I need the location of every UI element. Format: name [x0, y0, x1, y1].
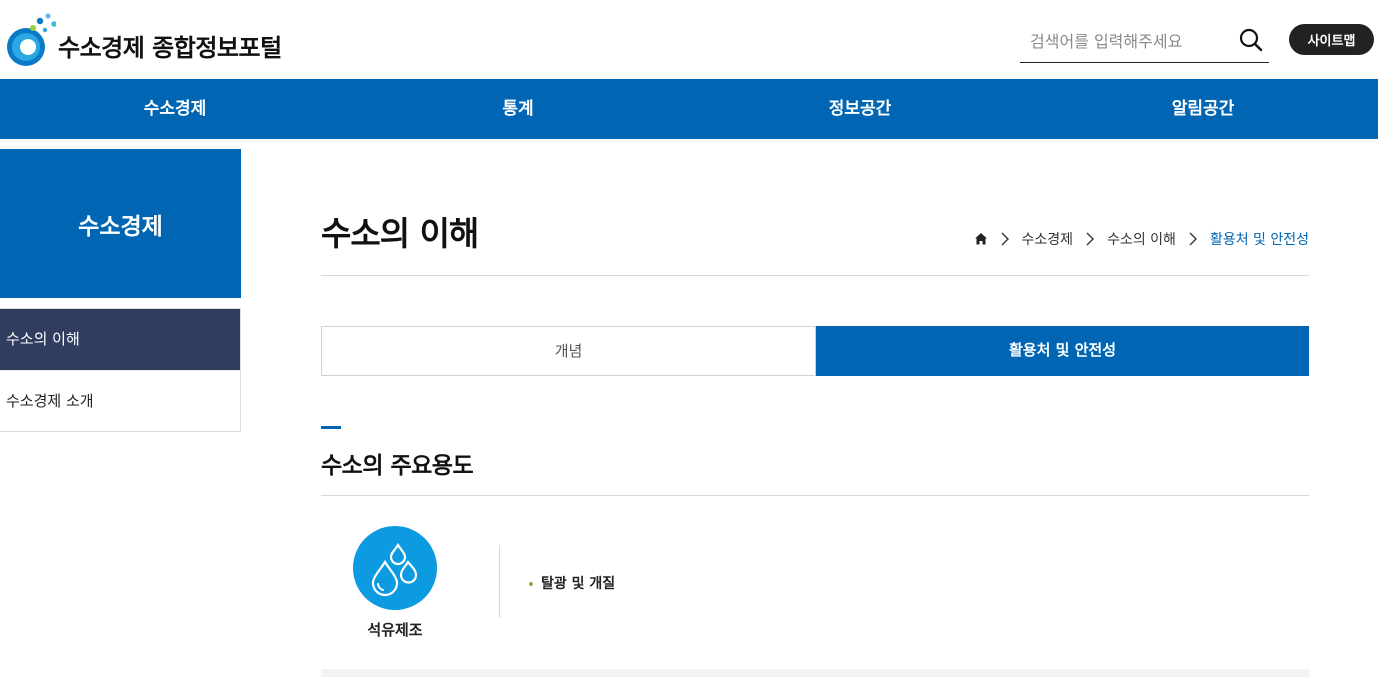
section-divider — [321, 495, 1309, 496]
main-navigation: 수소경제 통계 정보공간 알림공간 — [0, 79, 1378, 139]
use-category-label: 석유제조 — [367, 621, 423, 639]
site-header: 수소경제 종합정보포털 사이트맵 — [0, 0, 1378, 79]
sidebar-item-understanding-hydrogen[interactable]: 수소의 이해 — [0, 309, 240, 370]
gnb-item-notice[interactable]: 알림공간 — [1103, 79, 1303, 139]
use-item-text: 탈광 및 개질 — [541, 576, 616, 592]
use-divider — [499, 545, 500, 618]
list-item: 탈광 및 개질 — [529, 573, 615, 593]
content-tabs: 개념 활용처 및 안전성 — [321, 326, 1309, 376]
tab-concept[interactable]: 개념 — [321, 326, 816, 376]
breadcrumb-current: 활용처 및 안전성 — [1209, 232, 1309, 248]
breadcrumb-item[interactable]: 수소의 이해 — [1107, 229, 1176, 249]
use-item-list: 탈광 및 개질 — [529, 573, 615, 593]
gnb-item-information[interactable]: 정보공간 — [760, 79, 960, 139]
home-icon[interactable] — [974, 232, 988, 246]
tab-usage-safety[interactable]: 활용처 및 안전성 — [816, 326, 1309, 376]
section-accent-bar — [321, 426, 341, 429]
title-divider — [321, 275, 1309, 276]
water-drops-icon — [371, 542, 418, 597]
gnb-item-hydrogen-economy[interactable]: 수소경제 — [75, 79, 275, 139]
search-icon[interactable] — [1238, 27, 1264, 53]
sidebar-title: 수소경제 — [0, 149, 241, 298]
chevron-right-icon — [988, 230, 1022, 248]
bullet-icon — [529, 582, 533, 586]
chevron-right-icon — [1073, 230, 1107, 248]
chevron-right-icon — [1176, 230, 1210, 248]
use-icon-circle — [353, 526, 437, 610]
search-input[interactable] — [1030, 26, 1230, 56]
gnb-item-statistics[interactable]: 통계 — [418, 79, 618, 139]
sidebar-menu: 수소의 이해 수소경제 소개 — [0, 308, 241, 432]
sitemap-button[interactable]: 사이트맵 — [1289, 24, 1374, 55]
breadcrumb: 수소경제 수소의 이해 활용처 및 안전성 — [974, 229, 1309, 249]
next-use-block — [321, 669, 1309, 677]
page-title: 수소의 이해 — [321, 214, 479, 253]
breadcrumb-item[interactable]: 수소경제 — [1022, 229, 1074, 249]
section-title: 수소의 주요용도 — [321, 453, 474, 479]
search-box — [1020, 22, 1269, 63]
sidebar-item-economy-intro[interactable]: 수소경제 소개 — [0, 370, 240, 431]
portal-logo-icon[interactable] — [4, 12, 56, 68]
site-title[interactable]: 수소경제 종합정보포털 — [58, 28, 282, 63]
